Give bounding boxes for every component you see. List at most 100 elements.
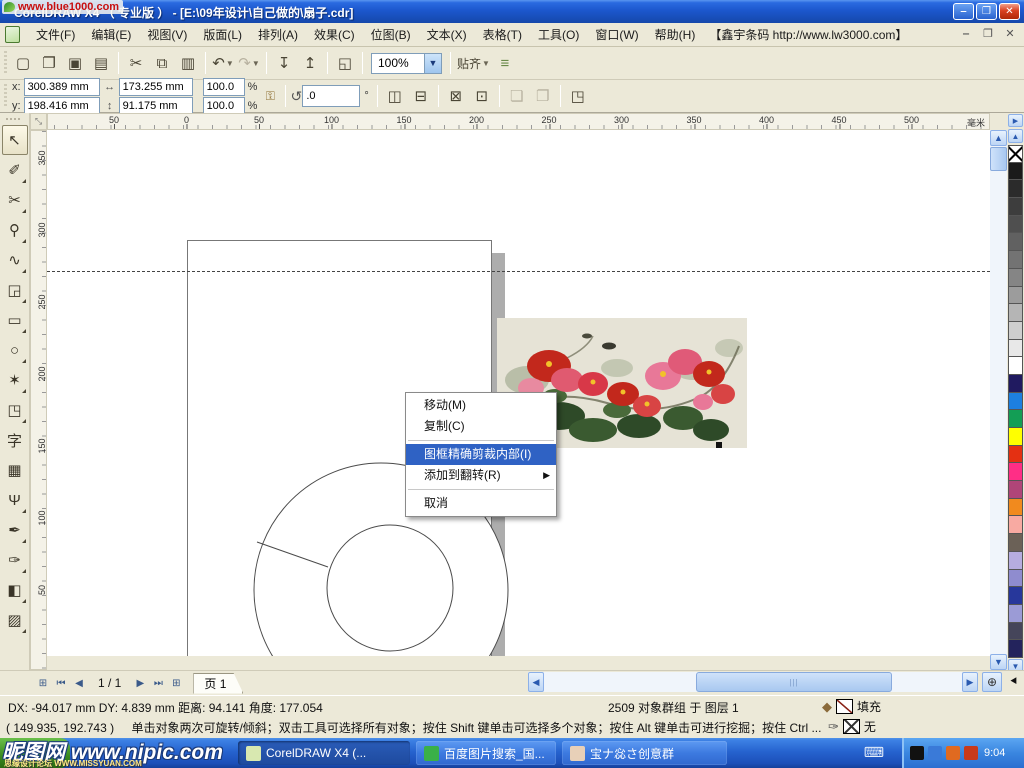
y-position-field[interactable]: 198.416 mm — [24, 97, 100, 115]
behind-text-button[interactable]: ⊡ — [470, 84, 494, 108]
menu-item-编辑E[interactable]: 编辑(E) — [83, 23, 139, 46]
taskbar-button-2[interactable]: 百度图片搜索_国... — [416, 741, 556, 765]
color-swatch[interactable] — [1008, 269, 1023, 287]
table-tool[interactable]: ▦ — [2, 455, 28, 485]
color-swatch[interactable] — [1008, 393, 1023, 411]
ruler-origin-button[interactable]: ⤡ — [30, 113, 47, 130]
freehand-tool[interactable]: ∿ — [2, 245, 28, 275]
scale-x-field[interactable]: 100.0 — [203, 78, 245, 96]
ellipse-tool[interactable]: ○ — [2, 335, 28, 365]
keyboard-layout-icon[interactable]: ⌨ — [864, 744, 884, 761]
add-page-button[interactable]: ⊞ — [34, 674, 52, 692]
order-button[interactable]: ◳ — [566, 84, 590, 108]
menu-item-效果C[interactable]: 效果(C) — [306, 23, 363, 46]
document-navigator-button[interactable]: ⊕ — [982, 672, 1002, 692]
next-page-button[interactable]: ▶ — [131, 674, 149, 692]
cut-button[interactable]: ✂ — [124, 51, 148, 75]
page-tab[interactable]: 页 1 — [193, 673, 243, 694]
mirror-horizontal-button[interactable]: ◫ — [383, 84, 407, 108]
interactive-fill-tool[interactable]: ▨ — [2, 605, 28, 635]
close-button[interactable]: ✕ — [999, 3, 1020, 20]
toolbar-grip[interactable] — [2, 51, 10, 75]
menu-item-工具O[interactable]: 工具(O) — [530, 23, 587, 46]
color-swatch[interactable] — [1008, 640, 1023, 658]
menu-item-排列A[interactable]: 排列(A) — [250, 23, 306, 46]
context-menu-item-复制C[interactable]: 复制(C) — [406, 416, 556, 437]
pan-corner-button[interactable]: ⯇ — [1005, 672, 1023, 692]
menu-item-位图B[interactable]: 位图(B) — [363, 23, 419, 46]
color-swatch[interactable] — [1008, 198, 1023, 216]
outline-pen-tool[interactable]: ✑ — [2, 545, 28, 575]
color-swatch[interactable] — [1008, 446, 1023, 464]
doc-close-button[interactable]: ✕ — [1002, 27, 1018, 42]
color-swatch[interactable] — [1008, 516, 1023, 534]
zoom-level-combo[interactable]: 100% ▼ — [371, 53, 442, 74]
snap-to-button[interactable]: 贴齐 ▼ — [456, 51, 491, 75]
menu-item-文件F[interactable]: 文件(F) — [28, 23, 83, 46]
minimize-button[interactable]: ‒ — [953, 3, 974, 20]
paste-button[interactable]: ▥ — [176, 51, 200, 75]
doc-restore-button[interactable]: ❐ — [980, 27, 996, 42]
crop-tool[interactable]: ✂ — [2, 185, 28, 215]
color-swatch[interactable] — [1008, 534, 1023, 552]
selection-handle[interactable] — [716, 442, 722, 448]
drawing-canvas[interactable]: 移动(M)复制(C)图框精确剪裁内部(I)添加到翻转(R)▶取消 — [47, 130, 990, 656]
rectangle-tool[interactable]: ▭ — [2, 305, 28, 335]
zoom-tool[interactable]: ⚲ — [2, 215, 28, 245]
import-button[interactable]: ↧ — [272, 51, 296, 75]
color-swatch[interactable] — [1008, 180, 1023, 198]
scroll-down-button[interactable]: ▼ — [990, 654, 1007, 670]
smart-fill-tool[interactable]: ◲ — [2, 275, 28, 305]
color-swatch[interactable] — [1008, 428, 1023, 446]
horizontal-ruler[interactable]: 毫米 50050100150200250300350400450500 — [47, 113, 990, 130]
object-height-field[interactable]: 91.175 mm — [119, 97, 193, 115]
color-swatch[interactable] — [1008, 587, 1023, 605]
doc-minimize-button[interactable]: ‒ — [958, 27, 974, 42]
vertical-scrollbar[interactable]: ▲ ▼ — [990, 130, 1007, 670]
chevron-down-icon[interactable]: ▼ — [424, 54, 441, 73]
menu-item-版面L[interactable]: 版面(L) — [195, 23, 250, 46]
context-menu-item-移动M[interactable]: 移动(M) — [406, 395, 556, 416]
color-swatch[interactable] — [1008, 233, 1023, 251]
first-page-button[interactable]: ⏮ — [52, 674, 70, 692]
palette-scroll-up-button[interactable]: ▲ — [1008, 129, 1023, 143]
vertical-scroll-thumb[interactable] — [990, 147, 1007, 171]
color-swatch[interactable] — [1008, 287, 1023, 305]
color-swatch[interactable] — [1008, 340, 1023, 358]
context-menu-item-图框精确剪裁内部I[interactable]: 图框精确剪裁内部(I) — [406, 444, 556, 465]
color-swatch[interactable] — [1008, 322, 1023, 340]
undo-button[interactable]: ↶▼ — [211, 51, 235, 75]
menu-item-帮助H[interactable]: 帮助(H) — [647, 23, 704, 46]
color-swatch[interactable] — [1008, 552, 1023, 570]
color-swatch[interactable] — [1008, 251, 1023, 269]
color-swatch[interactable] — [1008, 375, 1023, 393]
horizontal-guideline[interactable] — [47, 271, 990, 272]
toolbar-grip[interactable] — [2, 84, 10, 108]
wrap-text-button[interactable]: ⊠ — [444, 84, 468, 108]
color-swatch[interactable] — [1008, 163, 1023, 181]
color-swatch[interactable] — [1008, 357, 1023, 375]
previous-page-button[interactable]: ◀ — [70, 674, 88, 692]
lock-ratio-button[interactable]: ⚿ — [260, 84, 280, 108]
redo-button[interactable]: ↷▼ — [237, 51, 261, 75]
ungroup-button[interactable]: ❐ — [531, 84, 555, 108]
print-button[interactable]: ▤ — [89, 51, 113, 75]
taskbar-button-1[interactable]: CorelDRAW X4 (... — [238, 741, 410, 765]
text-tool[interactable]: 字 — [2, 425, 28, 455]
x-position-field[interactable]: 300.389 mm — [24, 78, 100, 96]
color-swatch[interactable] — [1008, 304, 1023, 322]
polygon-tool[interactable]: ✶ — [2, 365, 28, 395]
group-button[interactable]: ❏ — [505, 84, 529, 108]
color-swatch-none[interactable] — [1008, 145, 1023, 163]
basic-shapes-tool[interactable]: ◳ — [2, 395, 28, 425]
color-swatch[interactable] — [1008, 499, 1023, 517]
menu-item-文本X[interactable]: 文本(X) — [419, 23, 475, 46]
save-button[interactable]: ▣ — [63, 51, 87, 75]
context-menu-item-添加到翻转R[interactable]: 添加到翻转(R)▶ — [406, 465, 556, 486]
options-button[interactable]: ≡ — [493, 51, 517, 75]
network-icon[interactable] — [928, 746, 942, 760]
pick-tool[interactable]: ↖ — [2, 125, 28, 155]
sound-icon[interactable] — [946, 746, 960, 760]
menu-item-窗口W[interactable]: 窗口(W) — [587, 23, 646, 46]
horizontal-scroll-thumb[interactable]: ||| — [696, 672, 892, 692]
